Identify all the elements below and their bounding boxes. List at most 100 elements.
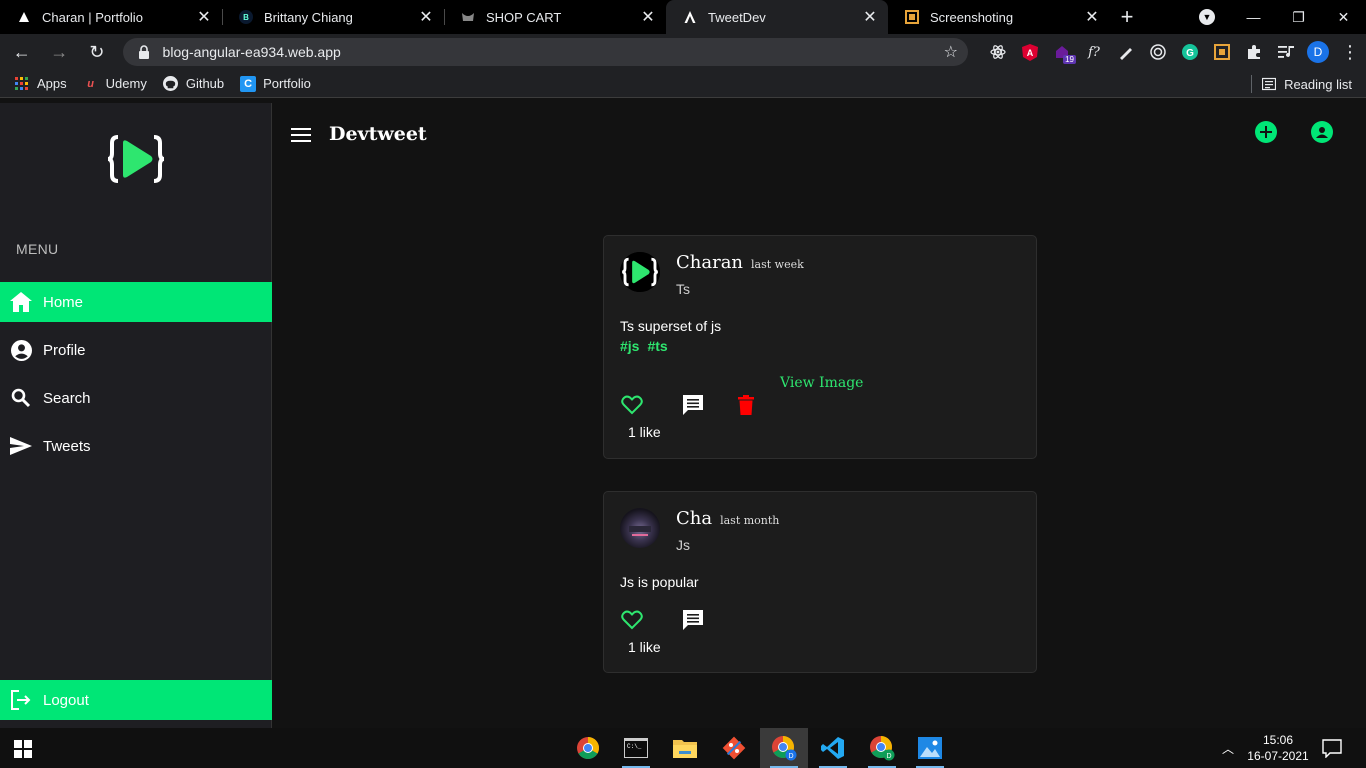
profile-avatar[interactable]: D [1302,36,1334,68]
forward-arrow-icon[interactable]: → [44,36,76,68]
bookmark-github[interactable]: Github [163,76,224,92]
tab-title: TweetDev [708,9,766,25]
notification-center-icon[interactable] [1322,738,1342,758]
screenshot-ext-icon[interactable] [1206,36,1238,68]
tab-shop-cart[interactable]: SHOP CART ✕ [444,0,666,34]
logout-button[interactable]: Logout [0,680,272,720]
function-icon[interactable]: f? [1078,36,1110,68]
tab-tweetdev[interactable]: TweetDev ✕ [666,0,888,34]
sidebar-item-label: Tweets [43,437,91,455]
triangle-logo-icon [16,9,32,25]
git-taskbar-icon[interactable] [710,728,758,768]
add-tweet-button[interactable] [1255,121,1277,143]
hamburger-menu-icon[interactable] [291,127,311,143]
tweet-tags: #js #ts [620,338,676,354]
tag-js[interactable]: #js [620,338,639,354]
windows-start-icon[interactable] [14,740,32,758]
tag-ts[interactable]: #ts [647,338,667,354]
bookmark-udemy[interactable]: u Udemy [83,76,147,92]
tab-title: Charan | Portfolio [42,9,143,25]
restore-icon[interactable]: ❐ [1276,0,1321,34]
plus-icon [1260,126,1272,138]
like-heart-icon[interactable] [620,393,644,417]
extension-badge-count: 19 [1063,55,1076,64]
puzzle-extensions-icon[interactable] [1238,36,1270,68]
sidebar-item-home[interactable]: Home [0,282,272,322]
sidebar-item-label: Search [43,389,91,407]
tab-brittany-chiang[interactable]: B Brittany Chiang ✕ [222,0,444,34]
bookmark-apps[interactable]: Apps [14,76,67,92]
sidebar-item-label: Profile [43,341,86,359]
tweet-topic: Js [676,537,690,553]
grammarly-icon[interactable]: G [1174,36,1206,68]
logout-label: Logout [43,691,89,709]
view-image-link[interactable]: View Image [780,375,863,391]
app-title: Devtweet [329,123,427,145]
sidebar: MENU Home Profile Search Tweets Logout [0,103,272,728]
tab-charan-portfolio[interactable]: Charan | Portfolio ✕ [0,0,222,34]
close-tab-icon[interactable]: ✕ [640,9,656,26]
tweet-card: Cha last month Js Js is popular 1 like [603,491,1037,673]
chrome-menu-kebab-icon[interactable]: ⋮ [1334,36,1366,68]
reload-icon[interactable]: ↻ [81,36,113,68]
close-tab-icon[interactable]: ✕ [196,9,212,26]
bookmark-label: Udemy [105,76,147,91]
tweet-author: Cha last month [676,508,779,529]
new-tab-plus-icon[interactable]: + [1110,0,1144,34]
media-control-icon[interactable] [1270,36,1302,68]
bookmark-portfolio[interactable]: C Portfolio [240,75,311,92]
reading-list-icon [1262,77,1277,91]
comment-icon[interactable] [681,393,705,417]
react-devtools-icon[interactable] [982,36,1014,68]
svg-text:G: G [1186,48,1194,59]
extension-badge-icon[interactable]: 19 [1046,36,1078,68]
address-bar[interactable]: blog-angular-ea934.web.app ☆ [122,38,968,66]
delete-trash-icon[interactable] [734,393,758,417]
comment-icon[interactable] [681,608,705,632]
svg-text:A: A [1027,48,1034,58]
tab-title: SHOP CART [486,9,562,25]
lock-icon [138,45,149,59]
reading-list-label: Reading list [1284,76,1352,92]
chrome-profile-taskbar-icon[interactable]: D [760,728,808,768]
avatar [620,508,660,548]
terminal-taskbar-icon[interactable]: C:\_ [612,728,660,768]
account-button[interactable] [1311,121,1333,143]
system-clock[interactable]: 15:06 16-07-2021 [1244,732,1312,764]
tab-screenshoting[interactable]: Screenshoting ✕ [888,0,1110,34]
sidebar-item-tweets[interactable]: Tweets [0,426,272,466]
tweet-text: Ts superset of js [620,318,722,334]
pen-icon[interactable] [1110,36,1142,68]
target-icon[interactable] [1142,36,1174,68]
minimize-icon[interactable]: — [1231,0,1276,34]
back-arrow-icon[interactable]: ← [6,36,38,68]
windows-taskbar: C:\_ D D ︿ 15:06 16-07-2021 [0,728,1366,768]
tray-chevron-up-icon[interactable]: ︿ [1222,740,1234,757]
browser-toolbar: ← → ↻ blog-angular-ea934.web.app ☆ A 19 … [0,34,1366,70]
author-name: Cha [676,508,713,529]
tab-search-chevron-icon[interactable]: ▼ [1199,9,1215,25]
angular-logo-icon [682,9,698,25]
vscode-taskbar-icon[interactable] [809,728,857,768]
sidebar-item-profile[interactable]: Profile [0,330,272,370]
github-icon [163,76,179,92]
reading-list-button[interactable]: Reading list [1251,75,1352,93]
window-controls: — ❐ ✕ [1231,0,1366,34]
bookmarks-divider [1251,75,1253,93]
udemy-icon: u [87,77,94,90]
angular-devtools-icon[interactable]: A [1014,36,1046,68]
close-tab-icon[interactable]: ✕ [862,9,878,26]
chrome-taskbar-icon[interactable] [564,728,612,768]
bookmark-label: Apps [37,76,67,91]
bookmark-star-icon[interactable]: ☆ [944,42,958,62]
photos-taskbar-icon[interactable] [906,728,954,768]
chrome-profile2-taskbar-icon[interactable]: D [858,728,906,768]
sidebar-item-search[interactable]: Search [0,378,272,418]
file-explorer-taskbar-icon[interactable] [661,728,709,768]
tweet-author: Charan last week [676,252,804,273]
close-tab-icon[interactable]: ✕ [418,9,434,26]
url-text: blog-angular-ea934.web.app [162,44,341,60]
close-tab-icon[interactable]: ✕ [1084,9,1100,26]
close-window-icon[interactable]: ✕ [1321,0,1366,34]
like-heart-icon[interactable] [620,608,644,632]
